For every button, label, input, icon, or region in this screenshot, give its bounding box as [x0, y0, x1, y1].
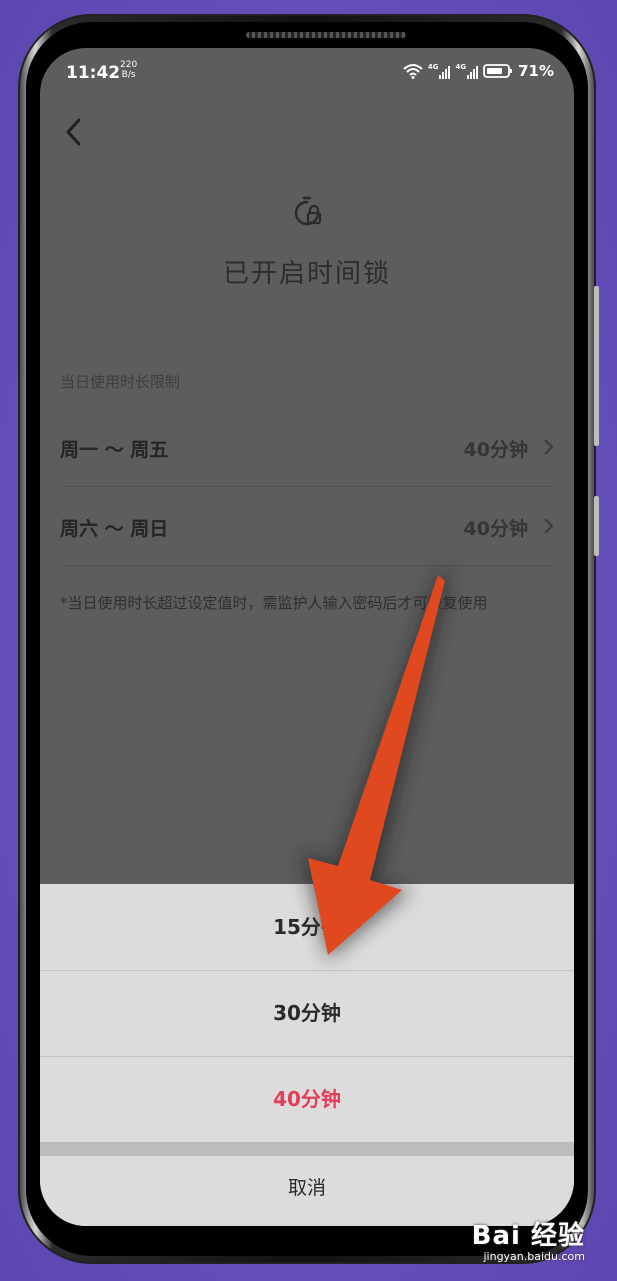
weekend-value: 40分钟 — [463, 518, 528, 540]
weekday-value: 40分钟 — [463, 439, 528, 461]
status-time: 11:42 — [66, 63, 121, 83]
chevron-right-icon — [544, 518, 554, 534]
signal-icon-2: 4G — [455, 63, 479, 79]
weekday-limit-row[interactable]: 周一 ～ 周五 40分钟 — [60, 410, 554, 486]
battery-percent: 71% — [518, 62, 554, 80]
phone-screen: 11:42 220 B/s 4G 4G 71% 已开启时间锁 当日使用时长限制 … — [40, 48, 574, 1226]
watermark-brand: Bai 经验 — [471, 1221, 585, 1251]
status-bar: 11:42 220 B/s 4G 4G 71% — [40, 48, 574, 98]
weekend-limit-row[interactable]: 周六 ～ 周日 40分钟 — [60, 489, 554, 565]
weekend-label: 周六 ～ 周日 — [60, 518, 169, 540]
volume-button — [594, 496, 599, 556]
power-button — [594, 286, 599, 446]
usage-note: *当日使用时长超过设定值时，需监护人输入密码后才可恢复使用 — [60, 594, 488, 612]
signal-label-1: 4G — [427, 63, 439, 71]
signal-icon-1: 4G — [428, 63, 451, 79]
row-divider — [60, 486, 554, 487]
row-divider — [60, 565, 554, 566]
battery-icon — [483, 64, 513, 78]
option-40-minutes[interactable]: 40分钟 — [40, 1056, 574, 1142]
option-15-minutes[interactable]: 15分钟 — [40, 884, 574, 970]
page-title: 已开启时间锁 — [222, 259, 391, 289]
wifi-icon — [403, 64, 423, 79]
watermark: Bai 经验 jingyan.baidu.com — [472, 1215, 585, 1263]
chevron-right-icon — [544, 439, 554, 455]
signal-label-2: 4G — [455, 63, 467, 71]
option-30-minutes[interactable]: 30分钟 — [40, 970, 574, 1056]
status-icons: 4G 4G 71% — [403, 62, 554, 80]
chevron-left-icon[interactable] — [62, 116, 86, 148]
net-speed: 220 B/s — [120, 60, 137, 80]
net-speed-value: 220 — [120, 60, 138, 70]
duration-picker-sheet: 15分钟 30分钟 40分钟 取消 — [40, 884, 574, 1226]
earpiece-speaker — [246, 32, 406, 38]
section-label: 当日使用时长限制 — [60, 373, 181, 391]
net-speed-unit: B/s — [121, 70, 136, 80]
weekday-label: 周一 ～ 周五 — [60, 439, 169, 461]
timer-lock-icon — [294, 196, 322, 226]
sheet-gap — [40, 1142, 574, 1156]
watermark-url: jingyan.baidu.com — [483, 1250, 585, 1263]
